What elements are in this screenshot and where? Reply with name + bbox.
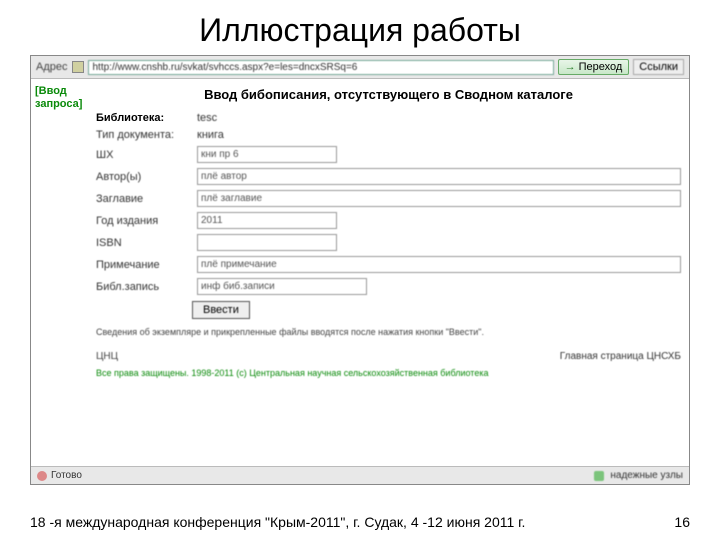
links-button[interactable]: Ссылки — [633, 59, 684, 75]
label-doctype: Тип документа: — [96, 129, 191, 141]
row-title: Заглавие — [96, 190, 681, 207]
input-title[interactable] — [197, 190, 681, 207]
input-year[interactable] — [197, 212, 337, 229]
slide-footer: 18 -я международная конференция "Крым-20… — [30, 514, 690, 530]
row-author: Автор(ы) — [96, 168, 681, 185]
status-text: Готово — [51, 470, 82, 481]
input-isbn[interactable] — [197, 234, 337, 251]
row-bibrec: Библ.запись — [96, 278, 681, 295]
go-label: Переход — [579, 61, 623, 73]
address-toolbar: Адрес http://www.cnshb.ru/svkat/svhccs.a… — [31, 56, 689, 79]
submit-row: Ввести — [192, 301, 681, 319]
sidebar-link[interactable]: [Ввод запроса] — [35, 85, 92, 111]
slide-title: Иллюстрация работы — [0, 0, 720, 55]
row-library: Библиотека: tesс — [96, 112, 681, 124]
zone-text: надежные узлы — [610, 470, 683, 481]
sidebar: [Ввод запроса] — [31, 79, 96, 467]
browser-window: Адрес http://www.cnshb.ru/svkat/svhccs.a… — [30, 55, 690, 485]
label-isbn: ISBN — [96, 237, 191, 249]
label-year: Год издания — [96, 215, 191, 227]
go-button[interactable]: → Переход — [558, 59, 630, 75]
row-year: Год издания — [96, 212, 681, 229]
slide-footer-text: 18 -я международная конференция "Крым-20… — [30, 514, 525, 530]
row-doctype: Тип документа: книга — [96, 129, 681, 141]
value-library: tesс — [197, 112, 217, 124]
row-note: Примечание — [96, 256, 681, 273]
row-shx: ШХ — [96, 146, 681, 163]
label-title: Заглавие — [96, 193, 191, 205]
input-note[interactable] — [197, 256, 681, 273]
page-icon — [72, 61, 84, 73]
label-shx: ШХ — [96, 149, 191, 161]
zone-icon — [594, 471, 604, 481]
row-isbn: ISBN — [96, 234, 681, 251]
label-note: Примечание — [96, 259, 191, 271]
form-header: Ввод бибописания, отсутствующего в Сводн… — [96, 87, 681, 102]
label-author: Автор(ы) — [96, 171, 191, 183]
footer-right-link[interactable]: Главная страница ЦНСХБ — [560, 351, 681, 362]
value-doctype: книга — [197, 129, 224, 141]
input-shx[interactable] — [197, 146, 337, 163]
input-author[interactable] — [197, 168, 681, 185]
submit-button[interactable]: Ввести — [192, 301, 250, 319]
page-footer-links: ЦНЦ Главная страница ЦНСХБ — [96, 351, 681, 362]
input-bibrec[interactable] — [197, 278, 367, 295]
page-content: [Ввод запроса] Ввод бибописания, отсутст… — [31, 79, 689, 467]
form-note: Сведения об экземпляре и прикрепленные ф… — [96, 327, 681, 337]
slide-page-number: 16 — [654, 514, 690, 530]
main-form-area: Ввод бибописания, отсутствующего в Сводн… — [96, 79, 689, 467]
browser-statusbar: Готово надежные узлы — [31, 466, 689, 484]
status-left: Готово — [37, 470, 82, 481]
url-input[interactable]: http://www.cnshb.ru/svkat/svhccs.aspx?e=… — [88, 60, 554, 75]
go-arrow-icon: → — [565, 61, 576, 73]
footer-left: ЦНЦ — [96, 351, 118, 362]
status-right: надежные узлы — [594, 470, 683, 481]
status-icon — [37, 471, 47, 481]
label-library: Библиотека: — [96, 112, 191, 124]
label-bibrec: Библ.запись — [96, 281, 191, 293]
address-label: Адрес — [36, 61, 68, 73]
copyright: Все права защищены. 1998-2011 (с) Центра… — [96, 368, 681, 378]
